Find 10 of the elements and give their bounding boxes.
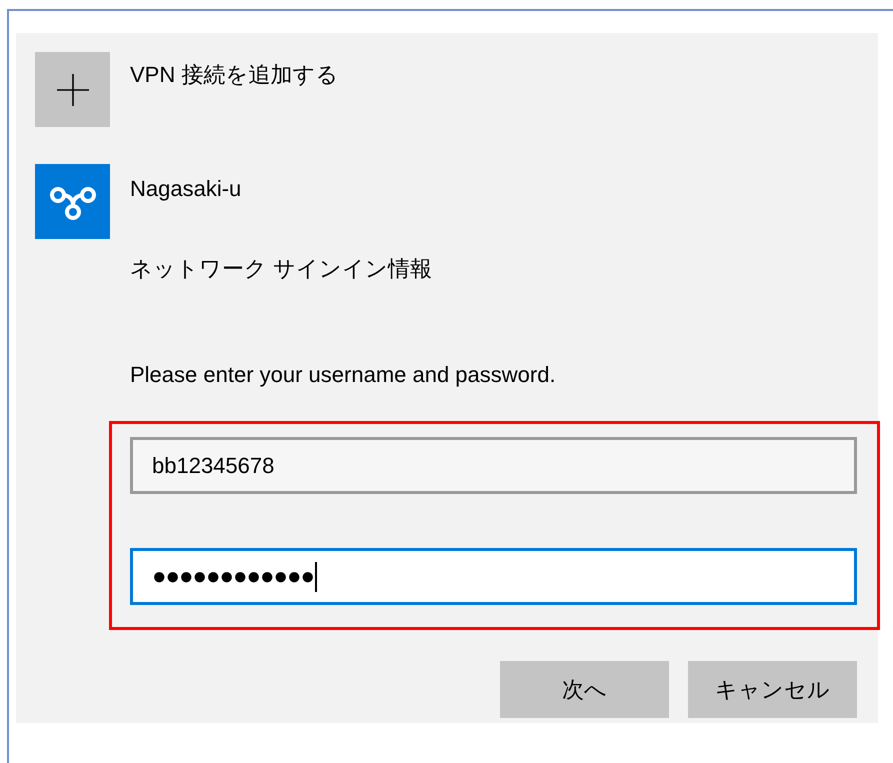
username-field[interactable]: bb12345678	[130, 437, 857, 494]
prompt-text: Please enter your username and password.	[130, 361, 557, 389]
plus-icon	[56, 74, 88, 106]
connection-name: Nagasaki-u	[130, 175, 242, 203]
next-button[interactable]: 次へ	[500, 661, 669, 718]
cancel-button[interactable]: キャンセル	[688, 661, 857, 718]
add-vpn-button[interactable]	[35, 52, 110, 127]
password-field[interactable]: ●●●●●●●●●●●●	[130, 548, 857, 605]
connection-subtitle: ネットワーク サインイン情報	[130, 255, 432, 283]
add-vpn-label[interactable]: VPN 接続を追加する	[130, 58, 338, 127]
